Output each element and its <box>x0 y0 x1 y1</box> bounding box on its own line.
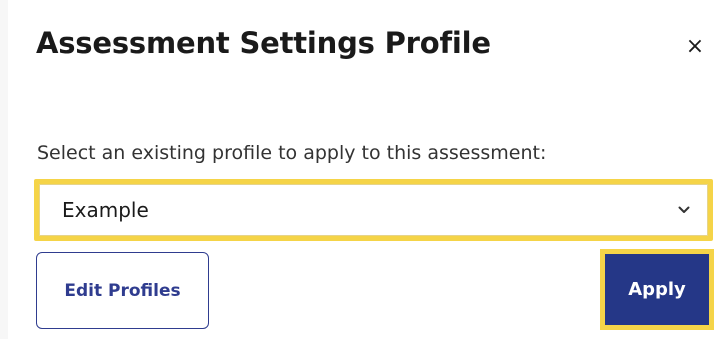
profile-select-value: Example <box>62 198 149 222</box>
edit-profiles-button[interactable]: Edit Profiles <box>36 252 209 329</box>
close-icon: × <box>685 33 705 59</box>
dialog-header: Assessment Settings Profile × <box>8 0 727 92</box>
profile-select-label: Select an existing profile to apply to t… <box>37 142 547 164</box>
dialog-title: Assessment Settings Profile <box>36 26 491 60</box>
apply-button[interactable]: Apply <box>605 254 709 325</box>
dialog-left-edge <box>0 0 8 339</box>
chevron-down-icon <box>677 203 691 217</box>
assessment-settings-profile-dialog: Assessment Settings Profile × Select an … <box>0 0 727 339</box>
profile-select-focus-ring: Example <box>34 179 713 241</box>
dialog-body: Select an existing profile to apply to t… <box>8 92 727 339</box>
profile-select[interactable]: Example <box>39 184 708 236</box>
close-button[interactable]: × <box>679 30 711 62</box>
apply-button-focus-ring: Apply <box>600 249 714 330</box>
